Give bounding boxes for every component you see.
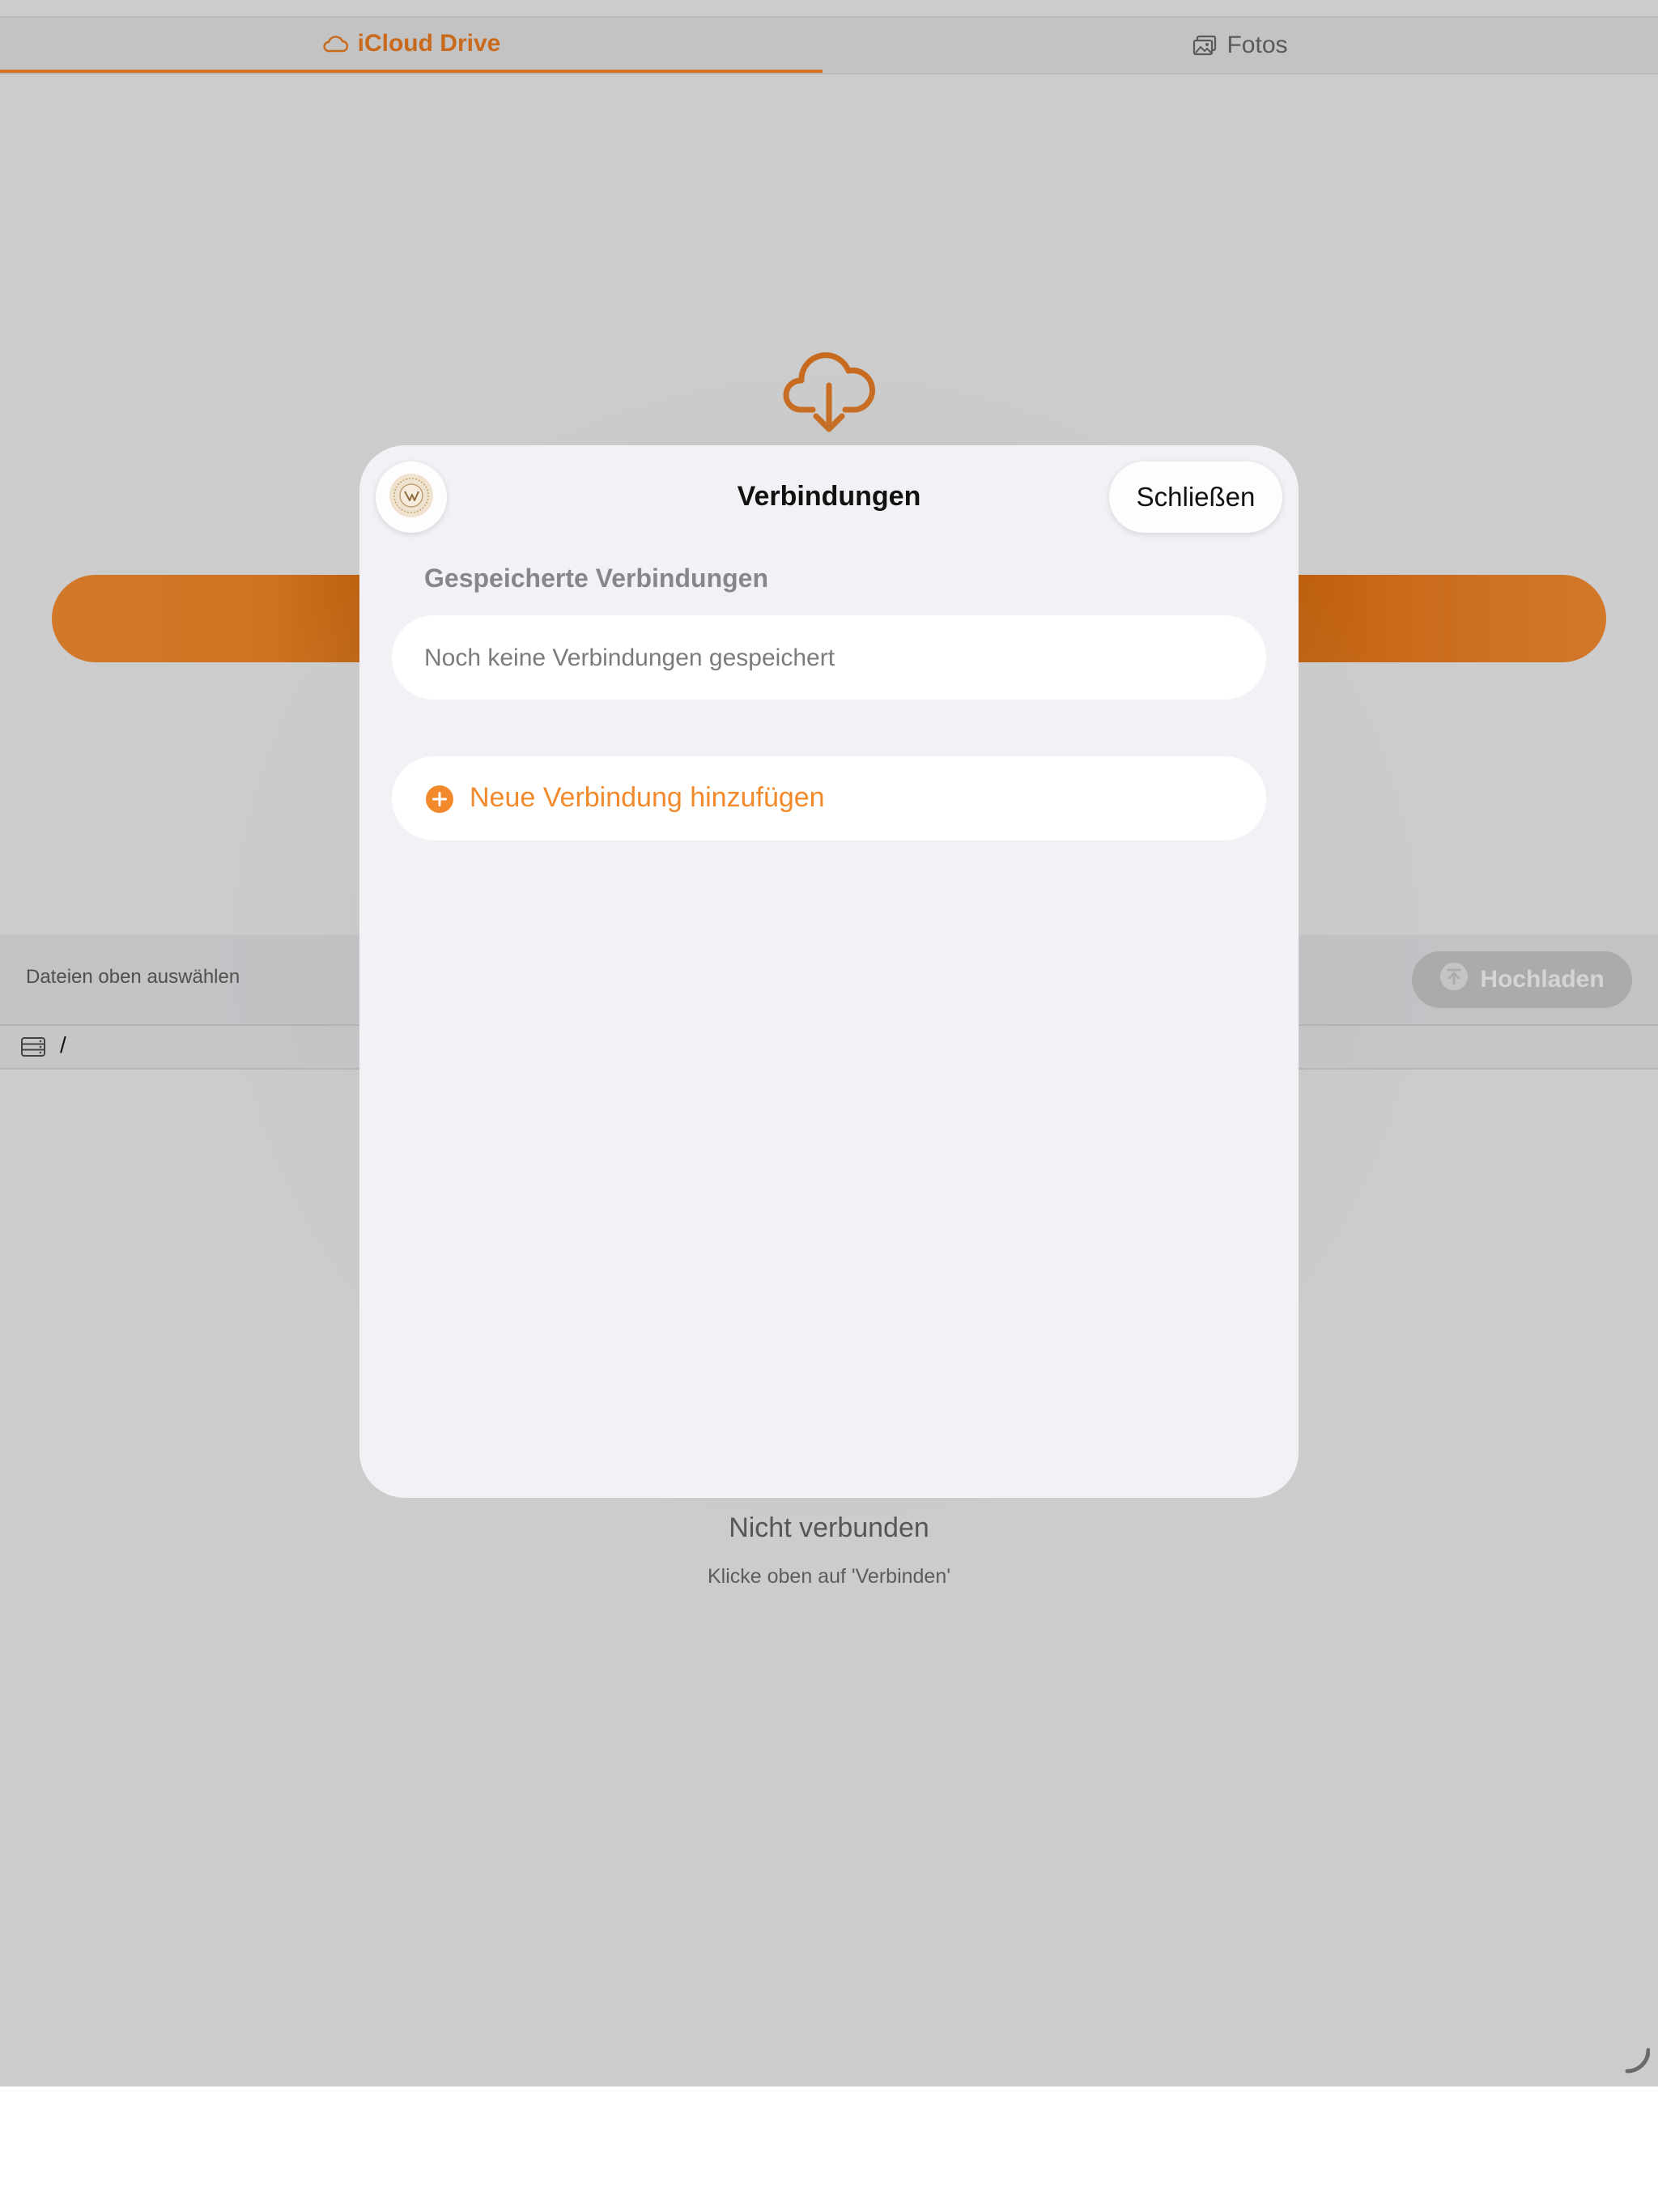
current-path: / (60, 1032, 66, 1057)
tab-icloud-drive[interactable]: iCloud Drive (0, 18, 823, 73)
tab-fotos[interactable]: Fotos (823, 18, 1658, 73)
plus-circle-icon (426, 785, 453, 817)
empty-state-text: Noch keine Verbindungen gespeichert (424, 644, 835, 671)
resize-grip-icon[interactable] (1622, 2047, 1651, 2078)
source-tabs: iCloud Drive Fotos (0, 18, 1658, 74)
app-window: iCloud Drive Fotos Dateien oben auswähle… (0, 0, 1658, 2087)
upload-label: Hochladen (1480, 966, 1605, 993)
tab-label: Fotos (1226, 32, 1288, 58)
server-icon (21, 1037, 45, 1061)
add-connection-button[interactable]: Neue Verbindung hinzufügen (392, 756, 1266, 840)
connection-status-subtitle: Klicke oben auf 'Verbinden' (707, 1565, 951, 1588)
connections-sheet: Verbindungen Schließen Gespeicherte Verb… (359, 445, 1299, 1498)
close-button[interactable]: Schließen (1109, 462, 1282, 533)
saved-connections-heading: Gespeicherte Verbindungen (424, 564, 768, 593)
tab-label: iCloud Drive (357, 30, 501, 57)
add-connection-label: Neue Verbindung hinzufügen (470, 782, 825, 813)
photos-icon (1192, 35, 1217, 56)
saved-connections-list: Noch keine Verbindungen gespeichert (392, 615, 1266, 700)
cloud-icon (322, 35, 348, 53)
